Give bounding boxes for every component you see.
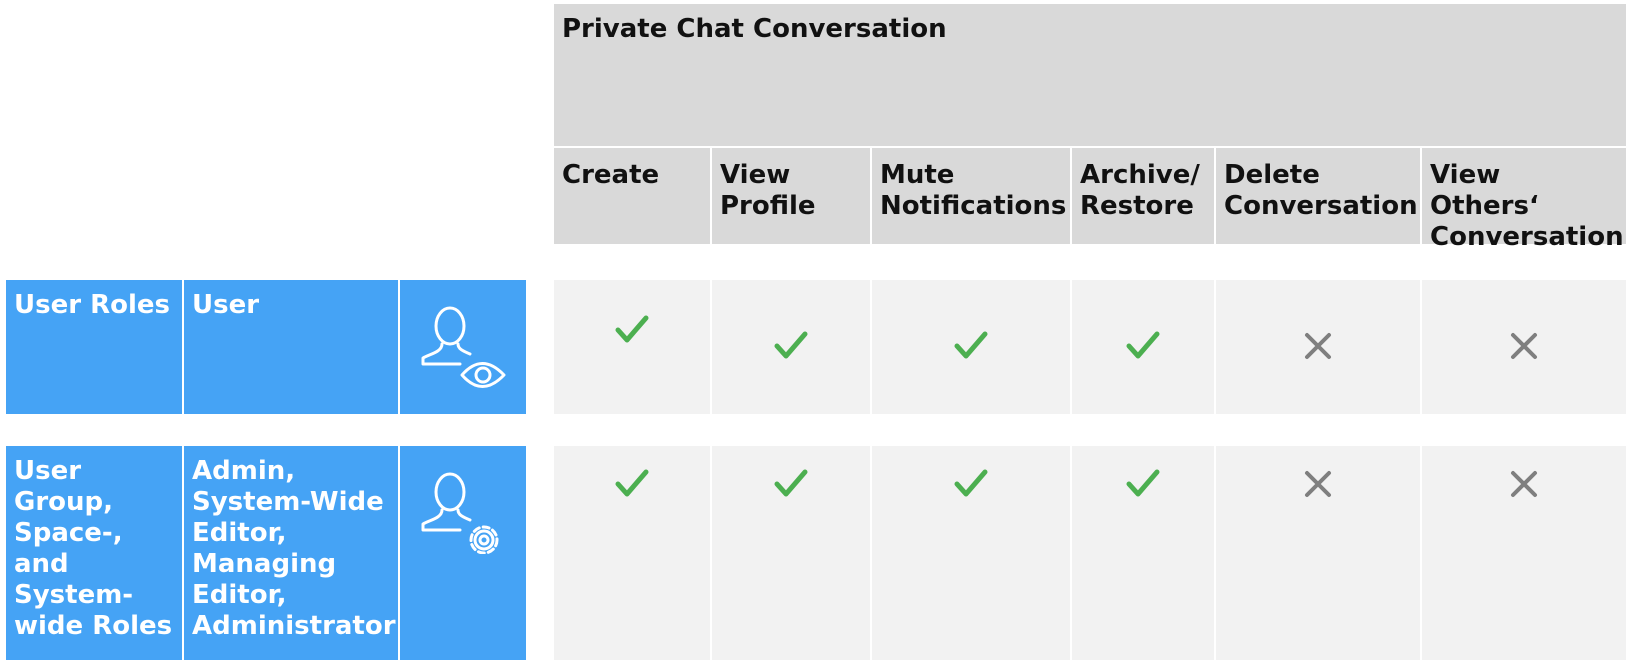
permission-cell — [712, 446, 870, 660]
check-icon — [615, 315, 649, 343]
column-header-mute-notifications: Mute Notifications — [872, 148, 1070, 244]
permission-cell — [1072, 280, 1214, 414]
check-icon — [774, 469, 808, 497]
check-icon — [1126, 469, 1160, 497]
row-icon-cell — [400, 280, 526, 414]
check-icon — [774, 331, 808, 359]
cross-icon — [1511, 333, 1537, 359]
column-header-archive-restore: Archive/ Restore — [1072, 148, 1214, 244]
cross-icon — [1305, 333, 1331, 359]
row-roles-user: User — [184, 280, 398, 414]
cross-icon — [1511, 471, 1537, 497]
permission-cell — [712, 280, 870, 414]
check-icon — [954, 331, 988, 359]
column-header-view-others-conversation: View Others‘ Conversation — [1422, 148, 1626, 252]
cross-icon — [1305, 471, 1331, 497]
permission-cell — [1216, 280, 1420, 414]
user-view-icon — [421, 306, 506, 388]
row-category-group-space-system-roles: User Group, Space-, and System-wide Role… — [6, 446, 182, 660]
check-icon — [1126, 331, 1160, 359]
row-icon-cell — [400, 446, 526, 660]
group-header: Private Chat Conversation — [554, 4, 1626, 146]
column-header-create: Create — [554, 148, 710, 244]
column-header-delete-conversation: Delete Conversation — [1216, 148, 1420, 244]
permission-cell — [1422, 280, 1626, 414]
permission-cell — [1072, 446, 1214, 660]
row-category-user-roles: User Roles — [6, 280, 182, 414]
check-icon — [954, 469, 988, 497]
permission-cell — [1422, 446, 1626, 660]
permission-cell — [872, 280, 1070, 414]
column-header-view-profile: View Profile — [712, 148, 870, 244]
permission-cell — [554, 280, 710, 414]
check-icon — [615, 469, 649, 497]
permission-cell — [1216, 446, 1420, 660]
user-settings-icon — [421, 472, 499, 554]
row-roles-admin-editors: Admin, System-Wide Editor, Managing Edit… — [184, 446, 398, 660]
permission-cell — [554, 446, 710, 660]
permission-cell — [872, 446, 1070, 660]
